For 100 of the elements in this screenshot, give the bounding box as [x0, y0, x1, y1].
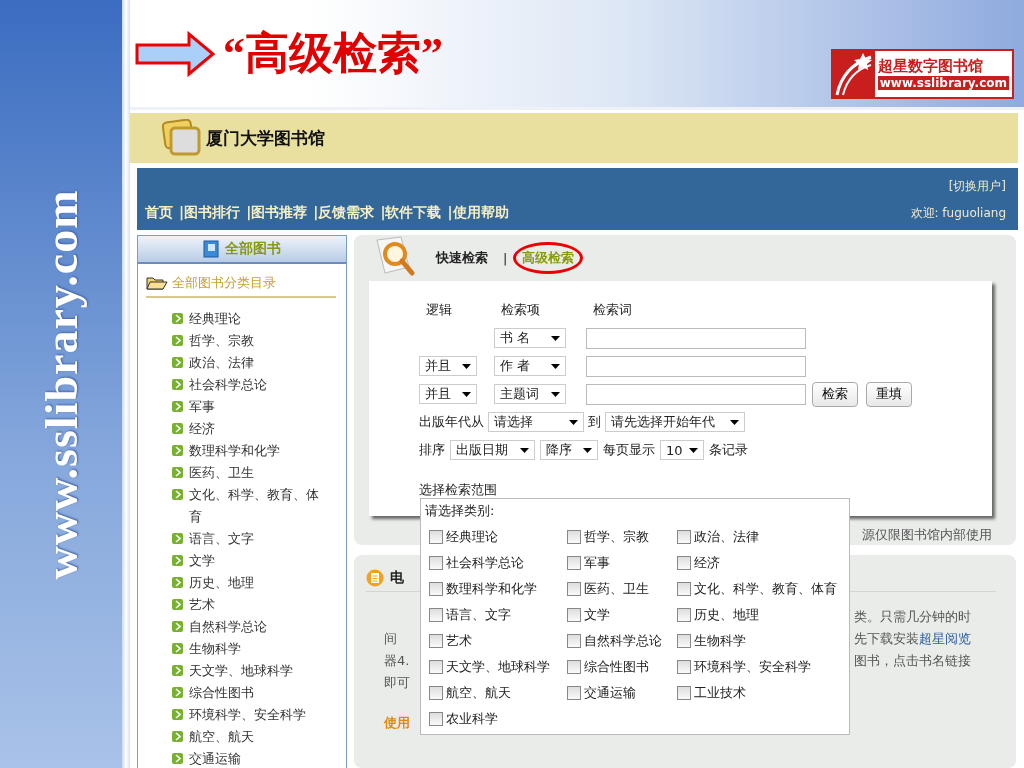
checkbox[interactable] — [677, 660, 691, 674]
checkbox-label: 天文学、地球科学 — [446, 658, 550, 676]
checkbox-label: 文学 — [584, 606, 610, 624]
bullet-icon — [172, 423, 183, 434]
category-link[interactable]: 艺术 — [189, 594, 329, 616]
checkbox-label: 航空、航天 — [446, 684, 511, 702]
dropdown[interactable]: 10 — [660, 440, 704, 460]
frame-logo-icon — [162, 119, 202, 157]
checkbox-label: 数理科学和化学 — [446, 580, 537, 598]
to-label: 到 — [588, 413, 601, 431]
checkbox[interactable] — [429, 582, 443, 596]
checkbox[interactable] — [429, 556, 443, 570]
checkbox[interactable] — [567, 556, 581, 570]
reset-button[interactable]: 重填 — [866, 381, 912, 407]
column-header: 逻辑 — [425, 301, 453, 319]
nav-link[interactable]: |图书排行 — [179, 204, 241, 222]
category-link[interactable]: 语言、文字 — [189, 528, 329, 550]
dropdown[interactable]: 主题词 — [494, 384, 566, 404]
checkbox[interactable] — [567, 686, 581, 700]
checkbox[interactable] — [567, 660, 581, 674]
category-link[interactable]: 天文学、地球科学 — [189, 660, 329, 682]
records-label: 条记录 — [709, 441, 748, 459]
category-link[interactable]: 文化、科学、教育、体育 — [189, 484, 329, 528]
bullet-icon — [172, 335, 183, 346]
book-icon — [203, 240, 219, 258]
category-link[interactable]: 交通运输 — [189, 748, 329, 768]
site-name: 厦门大学图书馆 — [206, 126, 325, 150]
checkbox[interactable] — [567, 582, 581, 596]
checkbox[interactable] — [429, 660, 443, 674]
search-tab[interactable]: 快速检索 — [427, 242, 497, 274]
checkbox[interactable] — [677, 556, 691, 570]
category-link[interactable]: 数理科学和化学 — [189, 440, 329, 462]
welcome-text: 欢迎: fuguoliang — [910, 205, 1006, 222]
category-link[interactable]: 医药、卫生 — [189, 462, 329, 484]
list-icon — [366, 569, 384, 587]
checkbox-label: 农业科学 — [446, 710, 498, 728]
scope-label: 选择检索范围 — [419, 481, 498, 499]
caret-icon — [730, 419, 739, 425]
category-link[interactable]: 文学 — [189, 550, 329, 572]
caret-icon — [551, 391, 560, 397]
intro-text: 先下载安装超星阅览 — [854, 630, 971, 648]
caret-icon — [689, 447, 698, 453]
reader-link[interactable]: 超星阅览 — [919, 631, 971, 646]
dropdown[interactable]: 请选择 — [488, 412, 584, 432]
category-link[interactable]: 历史、地理 — [189, 572, 329, 594]
nav-link[interactable]: |反馈需求 — [313, 204, 375, 222]
nav-link[interactable]: |图书推荐 — [246, 204, 308, 222]
dropdown[interactable]: 并且 — [419, 356, 477, 376]
bullet-icon — [172, 533, 183, 544]
bullet-icon — [172, 467, 183, 478]
category-link[interactable]: 社会科学总论 — [189, 374, 329, 396]
checkbox[interactable] — [677, 634, 691, 648]
checkbox[interactable] — [429, 608, 443, 622]
checkbox[interactable] — [677, 582, 691, 596]
checkbox-label: 社会科学总论 — [446, 554, 524, 572]
search-term-field[interactable] — [586, 383, 806, 405]
nav-link[interactable]: 首页 — [145, 204, 173, 222]
dropdown[interactable]: 书 名 — [494, 328, 566, 348]
checkbox[interactable] — [429, 530, 443, 544]
bullet-icon — [172, 731, 183, 742]
category-link[interactable]: 综合性图书 — [189, 682, 329, 704]
checkbox[interactable] — [677, 686, 691, 700]
search-term-field[interactable] — [586, 327, 806, 349]
switch-user-link[interactable]: [切换用户] — [948, 178, 1006, 195]
category-link[interactable]: 政治、法律 — [189, 352, 329, 374]
checkbox[interactable] — [567, 530, 581, 544]
checkbox[interactable] — [567, 608, 581, 622]
category-link[interactable]: 航空、航天 — [189, 726, 329, 748]
checkbox[interactable] — [429, 686, 443, 700]
category-link[interactable]: 自然科学总论 — [189, 616, 329, 638]
category-link[interactable]: 经济 — [189, 418, 329, 440]
checkbox-label: 生物科学 — [694, 632, 746, 650]
dropdown[interactable]: 请先选择开始年代 — [605, 412, 745, 432]
checkbox[interactable] — [567, 634, 581, 648]
checkbox[interactable] — [677, 608, 691, 622]
category-link[interactable]: 环境科学、安全科学 — [189, 704, 329, 726]
column-header: 检索项 — [501, 301, 541, 319]
caret-icon — [569, 419, 578, 425]
side-text: www.sslibrary.com — [34, 188, 88, 580]
search-term-field[interactable] — [586, 355, 806, 377]
dropdown[interactable]: 作 者 — [494, 356, 566, 376]
year-label: 出版年代从 — [419, 413, 484, 431]
category-link[interactable]: 哲学、宗教 — [189, 330, 329, 352]
checkbox-label: 语言、文字 — [446, 606, 511, 624]
category-link[interactable]: 生物科学 — [189, 638, 329, 660]
dropdown[interactable]: 并且 — [419, 384, 477, 404]
dropdown[interactable]: 降序 — [540, 440, 598, 460]
category-link[interactable]: 军事 — [189, 396, 329, 418]
checkbox[interactable] — [429, 712, 443, 726]
checkbox[interactable] — [429, 634, 443, 648]
search-button[interactable]: 检索 — [812, 381, 858, 407]
checkbox-label: 交通运输 — [584, 684, 636, 702]
panel-title: 电 — [390, 569, 404, 587]
dropdown[interactable]: 出版日期 — [450, 440, 535, 460]
nav-link[interactable]: |使用帮助 — [447, 204, 509, 222]
nav-link[interactable]: |软件下载 — [380, 204, 442, 222]
category-link[interactable]: 经典理论 — [189, 308, 329, 330]
checkbox[interactable] — [677, 530, 691, 544]
access-note: 源仅限图书馆内部使用 — [862, 526, 992, 544]
checkbox-label: 经典理论 — [446, 528, 498, 546]
